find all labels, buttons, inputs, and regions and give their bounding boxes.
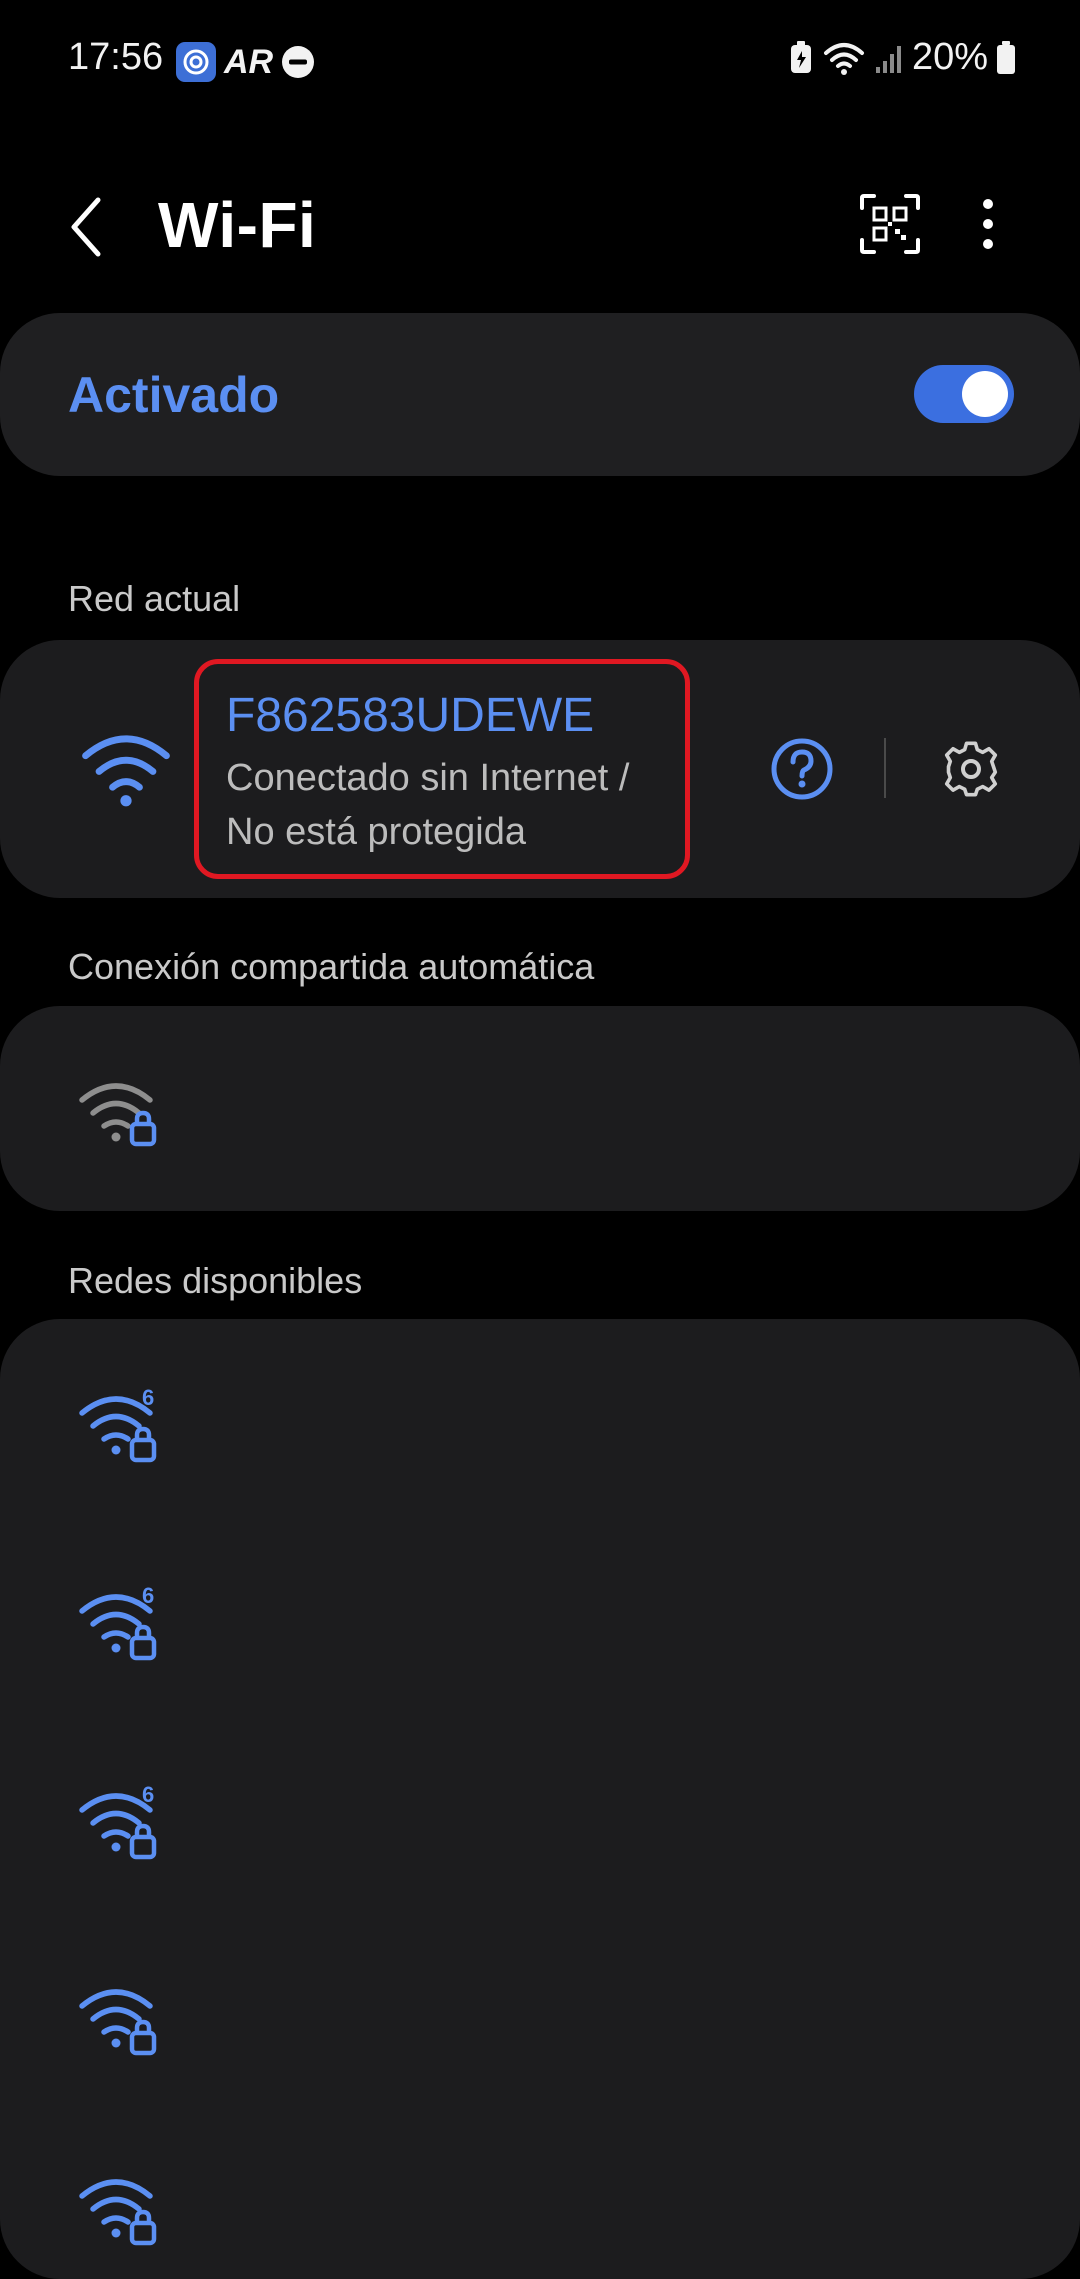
battery-icon [997, 40, 1015, 74]
status-right-icons: 20% [788, 36, 1016, 79]
help-circle-icon [771, 738, 833, 800]
wifi-toggle-label: Activado [68, 367, 280, 423]
back-button[interactable] [62, 192, 112, 262]
app-icon [176, 42, 216, 82]
available-network-5-wifi-lock-icon[interactable] [76, 2168, 176, 2257]
current-network-wifi-icon [76, 722, 176, 817]
available-network-1-wifi6-lock-icon[interactable]: 6 [76, 1385, 176, 1474]
section-auto-hotspot: Conexión compartida automática [68, 946, 595, 987]
ar-icon: AR [224, 42, 274, 81]
available-network-4-wifi-lock-icon[interactable] [76, 1978, 176, 2067]
section-available-networks: Redes disponibles [68, 1260, 363, 1301]
section-current-network: Red actual [68, 578, 241, 619]
current-network-security: No está protegida [226, 811, 526, 853]
wifi-switch[interactable] [914, 365, 1014, 423]
wifi6-badge: 6 [142, 1385, 154, 1410]
current-network-name[interactable]: F862583UDEWE [226, 688, 594, 743]
do-not-disturb-icon [282, 46, 315, 78]
status-time: 17:56 [68, 36, 164, 78]
hotspot-wifi-lock-icon [76, 1072, 168, 1157]
page-title: Wi-Fi [158, 189, 317, 261]
help-button[interactable] [770, 737, 834, 806]
more-vertical-icon [983, 199, 993, 249]
cell-signal-icon [875, 45, 901, 73]
qr-scan-button[interactable] [858, 192, 922, 256]
wifi6-badge: 6 [142, 1782, 154, 1807]
action-divider [884, 738, 886, 798]
current-network-status: Conectado sin Internet / [226, 757, 630, 799]
network-settings-button[interactable] [940, 738, 1002, 805]
switch-knob [962, 371, 1008, 417]
battery-saver-icon [790, 40, 811, 73]
more-options-button[interactable] [966, 192, 1010, 256]
status-left-icons: AR [176, 42, 315, 82]
wifi6-badge: 6 [142, 1583, 154, 1608]
qr-scan-icon [860, 194, 920, 254]
gear-icon [944, 741, 998, 797]
battery-percent: 20% [911, 36, 988, 78]
wifi-status-icon [823, 42, 864, 75]
available-network-2-wifi6-lock-icon[interactable]: 6 [76, 1583, 176, 1672]
chevron-left-icon [71, 197, 101, 257]
available-network-3-wifi6-lock-icon[interactable]: 6 [76, 1782, 176, 1871]
